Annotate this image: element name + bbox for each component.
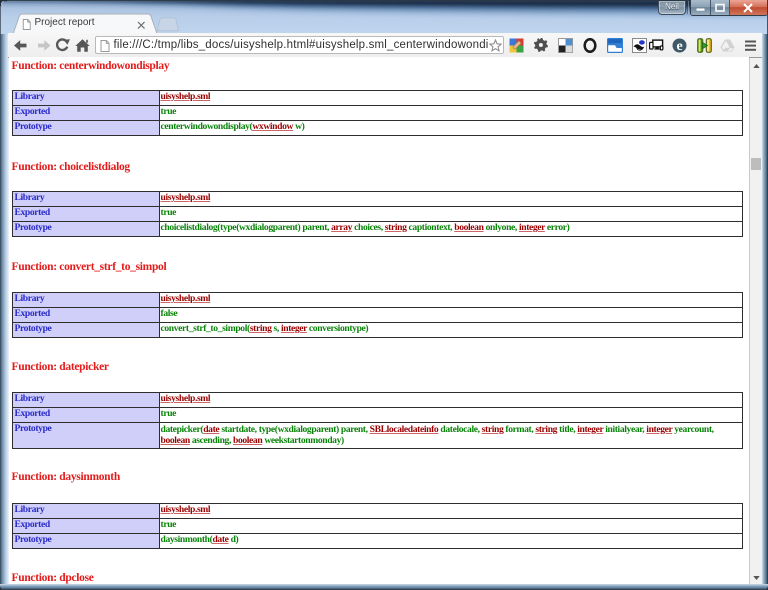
svg-text:e: e <box>676 39 682 53</box>
